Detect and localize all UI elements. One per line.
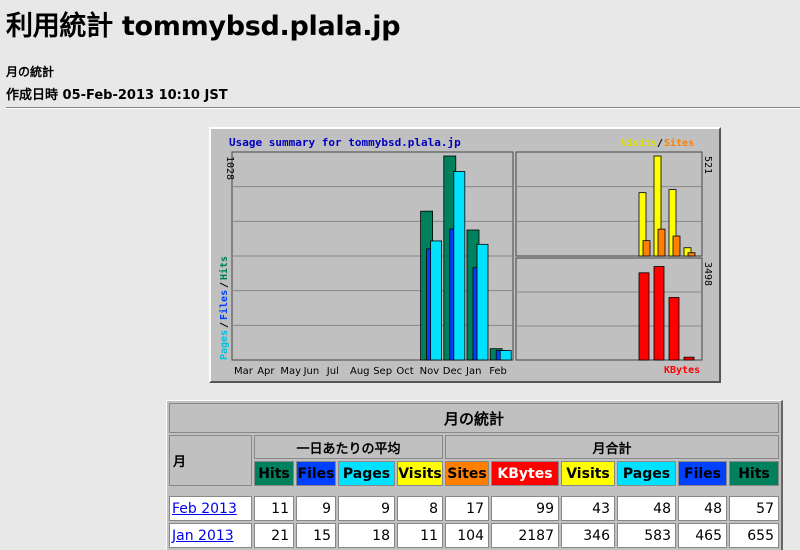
bar-pages-Nov: [430, 240, 443, 361]
kbytes-max-label: 3498: [702, 262, 713, 286]
value-cell-visits: 11: [397, 523, 443, 548]
column-header-kbytes: KBytes: [491, 461, 559, 486]
month-cell: Jan 2013: [169, 523, 252, 548]
created-timestamp: 作成日時 05-Feb-2013 10:10 JST: [6, 88, 228, 103]
usage-summary-chart: Usage summary for tommybsd.plala.jp Visi…: [209, 127, 721, 383]
value-cell-sites: 17: [445, 496, 489, 521]
value-cell-visits: 346: [561, 523, 615, 548]
value-cell-pages: 48: [617, 496, 676, 521]
month-cell: Feb 2013: [169, 496, 252, 521]
column-header-hits: Hits: [254, 461, 294, 486]
bar-kbytes-Nov: [638, 272, 650, 361]
month-label-Dec: Dec: [443, 366, 462, 377]
month-label-Mar: Mar: [234, 366, 254, 377]
month-label-Apr: Apr: [257, 366, 275, 377]
bar-kbytes-Dec: [653, 266, 665, 361]
column-header-files: Files: [296, 461, 336, 486]
page-subtitle: 月の統計: [6, 65, 55, 79]
column-header-pages: Pages: [338, 461, 395, 486]
bar-sites-Dec: [657, 228, 666, 257]
spacer-cell: [169, 488, 779, 494]
table-caption: 月の統計: [169, 403, 779, 433]
legend-hits: Hits: [218, 256, 230, 280]
value-cell-hits: 11: [254, 496, 294, 521]
divider: [6, 107, 800, 109]
legend-visits: Visits: [621, 137, 657, 149]
bar-pages-Dec: [453, 171, 466, 361]
value-cell-pages: 18: [338, 523, 395, 548]
value-cell-hits: 57: [729, 496, 779, 521]
column-header-visits: Visits: [561, 461, 615, 486]
table-row: Jan 2013 21 15 18 11 104 2187 346 583 465 655: [169, 523, 779, 548]
monthly-stats-table: 月の統計 月 一日あたりの平均 月合計 Hits Files Pages Visits…: [166, 400, 783, 550]
month-tick-labels: Mar Apr May Jun Jul Aug Sep Oct Nov Dec Jan Feb: [234, 366, 507, 377]
bar-kbytes-Feb: [683, 356, 695, 361]
legend-sep-files: /: [219, 282, 230, 288]
column-header-sites: Sites: [445, 461, 489, 486]
value-cell-files: 465: [678, 523, 727, 548]
value-cell-files: 48: [678, 496, 727, 521]
value-cell-files: 9: [296, 496, 336, 521]
legend-sep-pages: /: [219, 322, 230, 328]
month-label-Oct: Oct: [396, 366, 413, 377]
legend-sites: Sites: [664, 137, 694, 149]
usage-chart-svg: Usage summary for tommybsd.plala.jp Visi…: [218, 136, 713, 377]
visits-sites-legend: Visits / Sites: [621, 137, 694, 149]
month-label-Jun: Jun: [303, 366, 320, 377]
month-label-Jul: Jul: [326, 366, 339, 377]
bar-pages-Feb: [499, 350, 512, 361]
column-header-hits: Hits: [729, 461, 779, 486]
legend-pages: Pages: [219, 330, 230, 360]
column-header-visits: Visits: [397, 461, 443, 486]
spacer-row: [169, 488, 779, 494]
value-cell-hits: 655: [729, 523, 779, 548]
bar-sites-Jan: [672, 235, 681, 257]
value-cell-sites: 104: [445, 523, 489, 548]
month-column-header: 月: [169, 435, 252, 486]
month-link[interactable]: Jan 2013: [172, 528, 234, 544]
month-label-Feb: Feb: [489, 366, 507, 377]
left-max-label: 1028: [224, 156, 235, 180]
value-cell-visits: 8: [397, 496, 443, 521]
value-cell-files: 15: [296, 523, 336, 548]
month-label-Nov: Nov: [420, 366, 440, 377]
daily-average-header: 一日あたりの平均: [254, 435, 443, 459]
legend-kbytes: KBytes: [664, 365, 700, 376]
legend-files: Files: [218, 290, 230, 320]
column-header-files: Files: [678, 461, 727, 486]
column-header-pages: Pages: [617, 461, 676, 486]
month-label-Aug: Aug: [350, 366, 370, 377]
monthly-total-header: 月合計: [445, 435, 779, 459]
month-label-Sep: Sep: [373, 366, 392, 377]
value-cell-kbytes: 99: [491, 496, 559, 521]
legend-sep-visits: /: [657, 138, 663, 149]
bar-kbytes-Jan: [668, 297, 680, 361]
value-cell-visits: 43: [561, 496, 615, 521]
column-header-row: Hits Files Pages Visits Sites KBytes Visits Pag…: [169, 461, 779, 486]
value-cell-kbytes: 2187: [491, 523, 559, 548]
value-cell-pages: 583: [617, 523, 676, 548]
month-link[interactable]: Feb 2013: [172, 501, 237, 517]
bar-pages-Jan: [476, 243, 489, 361]
bar-sites-Nov: [642, 240, 651, 257]
left-axis-legend: Pages / Files / Hits: [218, 256, 230, 360]
bar-sites-Feb: [687, 252, 696, 257]
value-cell-hits: 21: [254, 523, 294, 548]
month-label-May: May: [280, 366, 301, 377]
month-label-Jan: Jan: [465, 366, 481, 377]
chart-title: Usage summary for tommybsd.plala.jp: [229, 136, 461, 149]
page-title: 利用統計 tommybsd.plala.jp: [6, 11, 401, 42]
visits-max-label: 521: [702, 156, 713, 174]
table-row: Feb 2013 11 9 9 8 17 99 43 48 48 57: [169, 496, 779, 521]
value-cell-pages: 9: [338, 496, 395, 521]
